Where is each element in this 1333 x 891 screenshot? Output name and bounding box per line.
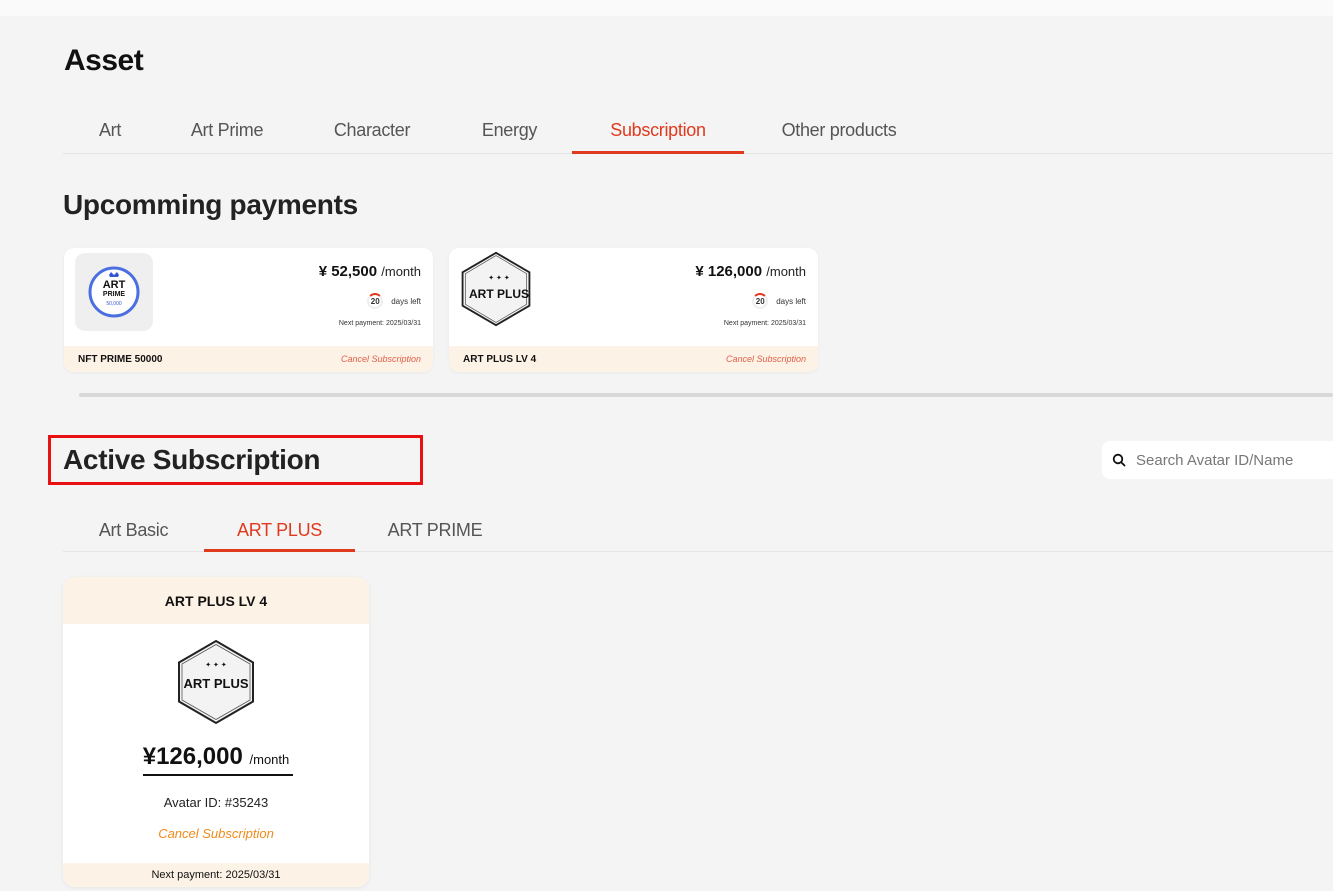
days-label: days left [776, 296, 806, 306]
payment-card: ✦ ✦ ✦ ART PLUS ¥ 126,000 /month 20 days … [449, 248, 818, 372]
price-period: /month [249, 752, 290, 767]
highlight-box [48, 435, 423, 485]
tab-art-plus[interactable]: ART PLUS [204, 508, 355, 552]
logo-text: ART [102, 279, 126, 291]
card-footer: ART PLUS LV 4 Cancel Subscription [449, 346, 818, 372]
subscription-name: NFT PRIME 50000 [78, 353, 163, 365]
upcoming-payments-title: Upcomming payments [63, 189, 358, 220]
next-payment: Next payment: 2025/03/31 [63, 863, 369, 887]
days-left: 20 days left [367, 293, 421, 309]
logo-sub: PRIME [102, 291, 126, 298]
logo-text: ART PLUS [469, 287, 529, 301]
price-underline [143, 774, 293, 776]
logo-num: 50,000 [106, 301, 122, 307]
tab-character[interactable]: Character [297, 108, 447, 154]
cancel-subscription-link[interactable]: Cancel Subscription [341, 354, 421, 364]
price: ¥ 52,500 /month [319, 263, 421, 280]
subscription-type-tabs: Art Basic ART PLUS ART PRIME [63, 508, 1333, 552]
days-label: days left [391, 296, 421, 306]
price-period: /month [766, 264, 806, 279]
top-bar [0, 0, 1333, 16]
cancel-subscription-link[interactable]: Cancel Subscription [726, 354, 806, 364]
search-box[interactable] [1102, 441, 1333, 479]
subscription-card: ART PLUS LV 4 ✦ ✦ ✦ ART PLUS ¥126,000 /m… [63, 577, 369, 887]
art-plus-logo: ✦ ✦ ✦ ART PLUS [457, 250, 535, 328]
card-title: ART PLUS LV 4 [63, 577, 369, 624]
logo-stars: ✦ ✦ ✦ [205, 662, 227, 669]
price: ¥ 126,000 /month [695, 263, 806, 280]
page-title: Asset [64, 44, 144, 77]
days-ring: 20 [367, 293, 384, 309]
tab-other-products[interactable]: Other products [744, 108, 934, 154]
tab-art[interactable]: Art [63, 108, 157, 154]
art-plus-logo: ✦ ✦ ✦ ART PLUS [173, 639, 259, 730]
avatar-id: Avatar ID: #35243 [163, 795, 269, 810]
price-value: ¥126,000 [142, 743, 243, 770]
price-period: /month [381, 264, 421, 279]
next-payment: Next payment: 2025/03/31 [723, 320, 806, 327]
tab-energy[interactable]: Energy [447, 108, 572, 154]
days-left: 20 days left [752, 293, 806, 309]
logo-text: ART PLUS [183, 676, 249, 691]
subscription-name: ART PLUS LV 4 [463, 353, 537, 365]
tab-art-prime[interactable]: ART PRIME [355, 508, 515, 552]
payment-card: ART PRIME 50,000 ¥ 52,500 /month 20 days… [64, 248, 433, 372]
price-value: ¥ 52,500 [318, 263, 378, 280]
next-payment: Next payment: 2025/03/31 [338, 320, 421, 327]
tab-art-basic[interactable]: Art Basic [63, 508, 204, 552]
scrollbar-thumb[interactable] [79, 393, 1333, 397]
asset-tabs: Art Art Prime Character Energy Subscript… [63, 108, 1333, 154]
days-ring: 20 [752, 293, 769, 309]
logo-stars: ✦ ✦ ✦ [488, 275, 510, 282]
subscription-price: ¥126,000 /month [63, 743, 369, 771]
art-prime-logo: ART PRIME 50,000 [75, 253, 153, 331]
card-footer: NFT PRIME 50000 Cancel Subscription [64, 346, 433, 372]
search-icon [1112, 453, 1126, 467]
price-value: ¥ 126,000 [695, 263, 763, 280]
tab-subscription[interactable]: Subscription [572, 108, 744, 154]
cancel-subscription-link[interactable]: Cancel Subscription [63, 826, 369, 841]
search-input[interactable] [1136, 451, 1316, 469]
tab-art-prime[interactable]: Art Prime [157, 108, 297, 154]
